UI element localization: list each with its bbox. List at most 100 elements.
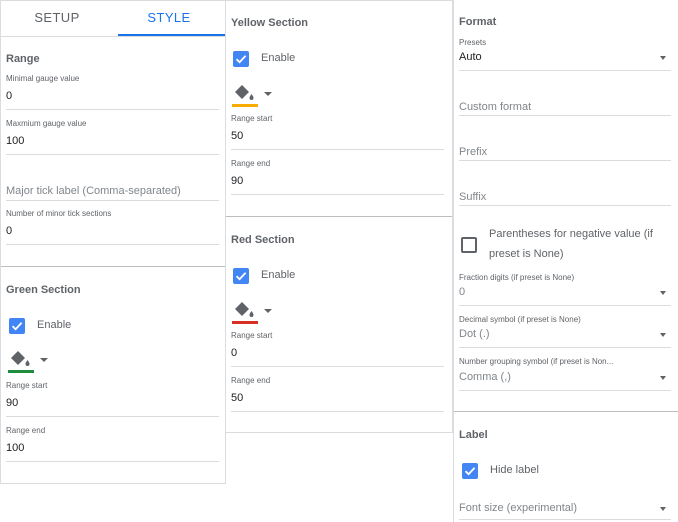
caret-down-icon [40, 358, 48, 362]
hide-label-checkbox[interactable] [462, 463, 478, 479]
min-gauge-input[interactable]: 0 [6, 90, 12, 102]
green-enable-checkbox[interactable] [9, 318, 25, 334]
green-color-swatch [8, 370, 34, 373]
custom-format-input[interactable]: Custom format [459, 101, 531, 113]
yellow-start-label: Range start [231, 114, 273, 123]
paint-bucket-icon [235, 85, 254, 100]
presets-dropdown[interactable]: Auto [459, 50, 671, 70]
grouping-symbol-dropdown[interactable]: Comma (,) [459, 369, 671, 389]
green-end-input[interactable]: 100 [6, 442, 24, 454]
red-start-underline [231, 366, 444, 367]
section-divider [226, 216, 452, 217]
caret-down-icon [264, 92, 272, 96]
yellow-enable-checkbox[interactable] [233, 51, 249, 67]
yellow-section-title: Yellow Section [231, 17, 309, 29]
tab-bar: SETUP STYLE [1, 1, 225, 37]
red-end-input[interactable]: 50 [231, 392, 243, 404]
red-enable-label: Enable [261, 269, 296, 281]
green-enable-label: Enable [37, 319, 72, 331]
major-tick-underline [6, 200, 219, 201]
tab-style[interactable]: STYLE [113, 1, 225, 37]
presets-underline [459, 70, 671, 71]
font-size-dropdown[interactable]: Font size (experimental) [459, 501, 671, 519]
major-tick-input[interactable]: Major tick label (Comma-separated) [6, 185, 181, 197]
green-end-underline [6, 461, 219, 462]
fraction-digits-underline [459, 305, 671, 306]
max-gauge-input[interactable]: 100 [6, 135, 24, 147]
presets-value: Auto [459, 51, 482, 63]
parentheses-label: Parentheses for negative value (if prese… [489, 228, 653, 260]
tab-setup[interactable]: SETUP [1, 1, 113, 37]
parentheses-checkbox[interactable] [461, 237, 477, 253]
caret-down-icon [660, 291, 666, 295]
max-gauge-underline [6, 154, 219, 155]
yellow-end-label: Range end [231, 159, 271, 168]
active-tab-indicator [118, 34, 225, 36]
green-section-title: Green Section [6, 284, 81, 296]
red-color-swatch [232, 321, 258, 324]
yellow-color-swatch [232, 104, 258, 107]
yellow-start-input[interactable]: 50 [231, 130, 243, 142]
font-size-underline [459, 519, 671, 520]
caret-down-icon [660, 56, 666, 60]
style-panel-column-1: SETUP STYLE Range Minimal gauge value 0 … [0, 0, 226, 484]
red-end-label: Range end [231, 376, 271, 385]
prefix-underline [459, 160, 671, 161]
check-icon [235, 272, 247, 281]
yellow-color-picker[interactable] [232, 83, 272, 107]
green-start-label: Range start [6, 381, 48, 390]
font-size-placeholder: Font size (experimental) [459, 502, 577, 514]
red-color-picker[interactable] [232, 300, 272, 324]
decimal-symbol-label: Decimal symbol (if preset is None) [459, 315, 581, 324]
green-start-input[interactable]: 90 [6, 397, 18, 409]
hide-label-text: Hide label [490, 464, 539, 476]
min-gauge-underline [6, 109, 219, 110]
check-icon [11, 322, 23, 331]
yellow-end-input[interactable]: 90 [231, 175, 243, 187]
section-divider [1, 266, 225, 267]
paint-bucket-icon [235, 302, 254, 317]
style-panel-column-2: Yellow Section Enable Range start 50 Ran… [226, 0, 453, 433]
prefix-input[interactable]: Prefix [459, 146, 487, 158]
minor-tick-label: Number of minor tick sections [6, 209, 112, 218]
check-icon [464, 467, 476, 476]
paint-bucket-icon [11, 351, 30, 366]
fraction-digits-label: Fraction digits (if preset is None) [459, 273, 575, 282]
fraction-digits-value: 0 [459, 286, 466, 298]
caret-down-icon [660, 507, 666, 511]
grouping-symbol-value: Comma (,) [459, 371, 511, 383]
red-section-title: Red Section [231, 234, 295, 246]
caret-down-icon [660, 376, 666, 380]
check-icon [235, 55, 247, 64]
suffix-input[interactable]: Suffix [459, 191, 486, 203]
yellow-end-underline [231, 194, 444, 195]
format-section-title: Format [459, 16, 497, 28]
minor-tick-input[interactable]: 0 [6, 225, 12, 237]
green-start-underline [6, 416, 219, 417]
decimal-symbol-value: Dot (.) [459, 328, 490, 340]
grouping-symbol-underline [459, 390, 671, 391]
yellow-start-underline [231, 149, 444, 150]
red-enable-checkbox[interactable] [233, 268, 249, 284]
green-color-picker[interactable] [8, 349, 48, 373]
suffix-underline [459, 205, 671, 206]
presets-label: Presets [459, 38, 487, 47]
custom-format-underline [459, 115, 671, 116]
range-section-title: Range [6, 53, 40, 65]
grouping-symbol-label: Number grouping symbol (if preset is Non… [459, 357, 614, 366]
decimal-symbol-underline [459, 347, 671, 348]
caret-down-icon [660, 333, 666, 337]
label-section-title: Label [459, 429, 488, 441]
minor-tick-underline [6, 244, 219, 245]
green-end-label: Range end [6, 426, 46, 435]
min-gauge-label: Minimal gauge value [6, 74, 80, 83]
caret-down-icon [264, 309, 272, 313]
style-panel-column-3: Format Presets Auto Custom format Prefix… [453, 0, 678, 522]
yellow-enable-label: Enable [261, 52, 296, 64]
red-start-input[interactable]: 0 [231, 347, 237, 359]
section-divider [454, 411, 678, 412]
decimal-symbol-dropdown[interactable]: Dot (.) [459, 327, 671, 347]
red-end-underline [231, 411, 444, 412]
max-gauge-label: Maxmium gauge value [6, 119, 87, 128]
fraction-digits-dropdown[interactable]: 0 [459, 285, 671, 305]
